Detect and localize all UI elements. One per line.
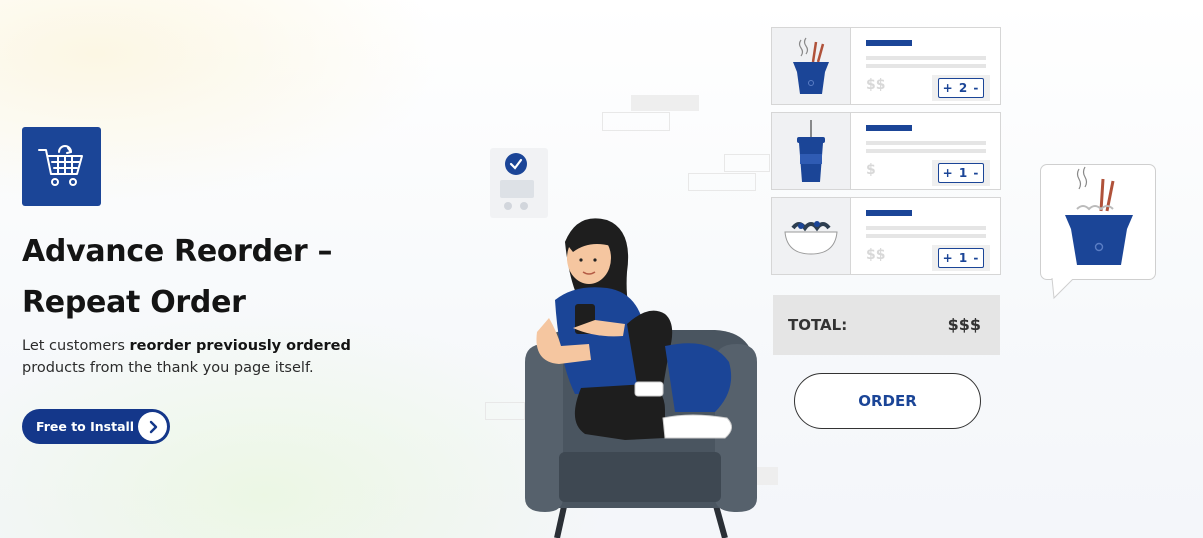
title-line-1: Advance Reorder – (22, 234, 333, 269)
app-logo-cart-icon (22, 127, 101, 206)
item-price: $$ (866, 247, 886, 263)
item-name-bar (866, 210, 912, 216)
item-name-bar (866, 125, 912, 131)
subtitle-text-start: Let customers (22, 338, 130, 354)
bubble-tail (1051, 278, 1075, 300)
decor-block (688, 173, 756, 191)
hero-banner: Advance Reorder – Repeat Order Let custo… (0, 0, 1203, 538)
order-item-card: $$ + 1 - (771, 197, 1001, 275)
item-price: $$ (866, 77, 886, 93)
page-title: Advance Reorder – Repeat Order (22, 226, 422, 328)
order-button: ORDER (794, 373, 981, 429)
drink-cup-icon (772, 113, 851, 189)
order-item-card: $ + 1 - (771, 112, 1001, 190)
item-detail-bar (866, 226, 986, 230)
decor-block (602, 112, 670, 131)
total-label: TOTAL: (788, 316, 848, 334)
order-total: TOTAL: $$$ (773, 295, 1000, 355)
quantity-stepper: + 1 - (938, 163, 984, 183)
item-detail-bar (866, 64, 986, 68)
chevron-right-icon (138, 412, 167, 441)
item-detail-bar (866, 234, 986, 238)
title-line-2: Repeat Order (22, 285, 246, 320)
quantity-stepper: + 1 - (938, 248, 984, 268)
subtitle-text-bold: reorder previously ordered (129, 338, 351, 354)
woman-in-armchair-illustration (525, 218, 757, 538)
item-price: $ (866, 162, 876, 178)
decor-block (631, 95, 699, 111)
order-item-card: $$ + 2 - (771, 27, 1001, 105)
item-detail-bar (866, 56, 986, 60)
noodle-box-icon (772, 28, 851, 104)
cart-check-illustration (490, 148, 548, 218)
page-subtitle: Let customers reorder previously ordered… (22, 335, 382, 379)
item-detail-bar (866, 149, 986, 153)
salad-bowl-icon (772, 198, 851, 274)
free-to-install-button[interactable]: Free to Install (22, 409, 170, 444)
cta-label: Free to Install (36, 419, 135, 434)
item-detail-bar (866, 141, 986, 145)
subtitle-text-end: products from the thank you page itself. (22, 360, 314, 376)
speech-bubble (1040, 164, 1156, 280)
total-value: $$$ (947, 315, 981, 334)
quantity-stepper: + 2 - (938, 78, 984, 98)
decor-block (724, 154, 770, 172)
item-name-bar (866, 40, 912, 46)
